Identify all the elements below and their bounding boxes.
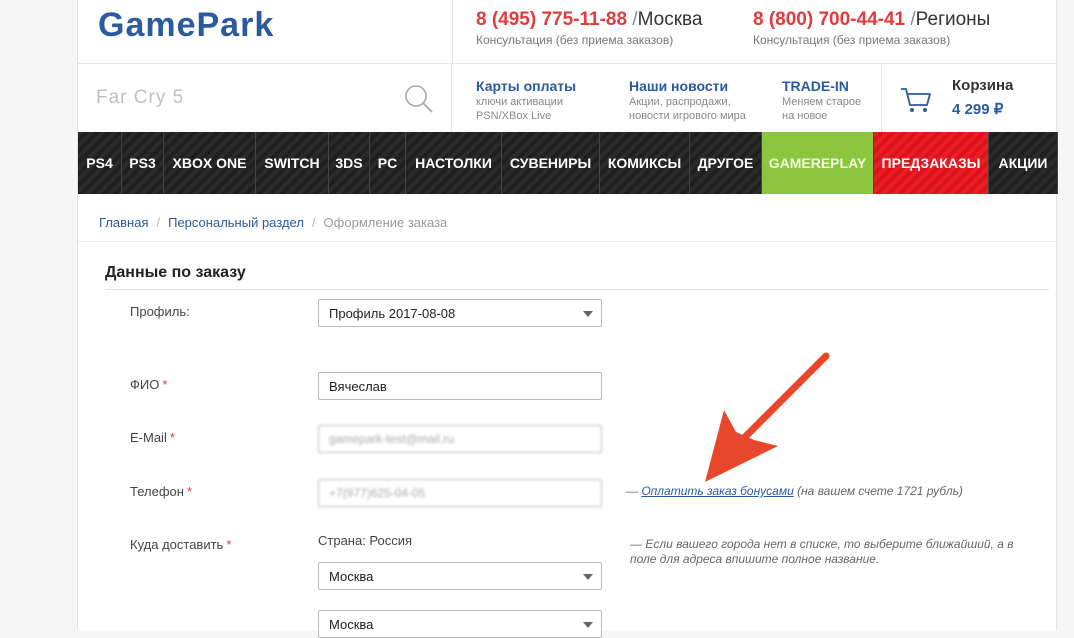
nav-item-other[interactable]: ДРУГОЕ bbox=[690, 132, 762, 194]
required-mark: * bbox=[169, 430, 175, 445]
breadcrumb-sep: / bbox=[311, 215, 316, 230]
info-link-sub: ключи активации bbox=[476, 96, 563, 108]
bonus-balance: (на вашем счете 1721 рубль) bbox=[793, 484, 963, 498]
nav-item-3ds[interactable]: 3DS bbox=[329, 132, 370, 194]
nav-item-gamereplay[interactable]: GAMEREPLAY bbox=[762, 132, 874, 194]
nav-item-xbox-one[interactable]: XBOX ONE bbox=[164, 132, 256, 194]
cart[interactable]: Корзина 4 299 ₽ bbox=[881, 64, 1058, 132]
name-label-text: ФИО bbox=[130, 377, 160, 392]
divider bbox=[105, 289, 1049, 290]
info-link-news[interactable]: Наши новости Акции, распродажи, новости … bbox=[629, 78, 746, 122]
phone-moscow: 8 (495) 775-11-88 /Москва Консультация (… bbox=[476, 9, 703, 47]
info-link-title[interactable]: TRADE-IN bbox=[782, 78, 861, 94]
nav-item-ps3[interactable]: PS3 bbox=[122, 132, 164, 194]
info-link-sub: Меняем старое bbox=[782, 96, 862, 108]
phone-note: Консультация (без приема заказов) bbox=[476, 33, 674, 47]
country-label: Страна: Россия bbox=[318, 533, 413, 548]
nav-item-board-games[interactable]: НАСТОЛКИ bbox=[406, 132, 502, 194]
profile-select-value: Профиль 2017-08-08 bbox=[329, 306, 456, 321]
page: GamePark 8 (495) 775-11-88 /Москва Консу… bbox=[77, 0, 1058, 638]
nav-item-switch[interactable]: SWITCH bbox=[256, 132, 329, 194]
required-mark: * bbox=[226, 537, 232, 552]
breadcrumb: Главная / Персональный раздел / Оформление з… bbox=[99, 215, 447, 230]
breadcrumb-sep: / bbox=[156, 215, 161, 230]
delivery-label-text: Куда доставить bbox=[130, 537, 224, 552]
phone-sep: / bbox=[627, 9, 638, 30]
divider bbox=[452, 0, 453, 64]
required-mark: * bbox=[162, 377, 168, 392]
email-label: E-Mail * bbox=[130, 430, 175, 445]
info-link-title[interactable]: Наши новости bbox=[629, 78, 746, 94]
name-label: ФИО * bbox=[130, 377, 167, 392]
city-select[interactable]: Москва bbox=[318, 610, 602, 638]
nav-item-pc[interactable]: PC bbox=[370, 132, 406, 194]
cart-title[interactable]: Корзина bbox=[952, 77, 1013, 94]
email-label-text: E-Mail bbox=[130, 430, 167, 445]
nav-item-comics[interactable]: КОМИКСЫ bbox=[600, 132, 690, 194]
nav-item-ps4[interactable]: PS4 bbox=[78, 132, 122, 194]
breadcrumb-home[interactable]: Главная bbox=[99, 215, 148, 230]
city-hint: — Если вашего города нет в списке, то вы… bbox=[630, 537, 1014, 566]
email-field[interactable] bbox=[318, 425, 602, 453]
breadcrumb-personal[interactable]: Персональный раздел bbox=[168, 215, 304, 230]
cart-icon[interactable] bbox=[900, 86, 932, 114]
breadcrumb-current: Оформление заказа bbox=[323, 215, 448, 230]
info-link-trade-in[interactable]: TRADE-IN Меняем старое на новое bbox=[782, 78, 861, 122]
nav-item-preorders[interactable]: ПРЕДЗАКАЗЫ bbox=[874, 132, 989, 194]
info-link-sub: Акции, распродажи, bbox=[629, 96, 731, 108]
chevron-down-icon bbox=[583, 574, 593, 580]
name-field[interactable] bbox=[318, 372, 602, 400]
section-title: Данные по заказу bbox=[105, 264, 246, 281]
info-link-sub: на новое bbox=[782, 110, 828, 122]
info-link-sub: PSN/XBox Live bbox=[476, 110, 552, 122]
delivery-label: Куда доставить * bbox=[130, 537, 231, 552]
bonus-payment: — Оплатить заказ бонусами (на вашем счет… bbox=[626, 484, 963, 498]
phone-label-text: Телефон bbox=[130, 484, 184, 499]
info-link-sub: новости игрового мира bbox=[629, 110, 746, 122]
logo[interactable]: GamePark bbox=[98, 6, 274, 45]
phone-field[interactable] bbox=[318, 479, 602, 507]
header-mid: Карты оплаты ключи активации PSN/XBox Li… bbox=[78, 64, 1058, 132]
region-select[interactable]: Москва bbox=[318, 562, 602, 590]
search-box bbox=[78, 64, 452, 132]
bonus-dash: — bbox=[626, 484, 642, 498]
region-select-value: Москва bbox=[329, 569, 374, 584]
profile-select[interactable]: Профиль 2017-08-08 bbox=[318, 299, 602, 327]
main-nav: PS4 PS3 XBOX ONE SWITCH 3DS PC НАСТОЛКИ … bbox=[78, 132, 1058, 194]
required-mark: * bbox=[186, 484, 192, 499]
nav-item-sales[interactable]: АКЦИИ bbox=[989, 132, 1058, 194]
chevron-down-icon bbox=[583, 311, 593, 317]
profile-label: Профиль: bbox=[130, 304, 190, 319]
divider bbox=[78, 241, 1058, 242]
search-icon[interactable] bbox=[404, 84, 434, 114]
phone-number[interactable]: 8 (495) 775-11-88 bbox=[476, 9, 627, 30]
search-input[interactable] bbox=[96, 84, 396, 112]
pay-with-bonuses-link[interactable]: Оплатить заказ бонусами bbox=[641, 484, 793, 498]
phone-regions: 8 (800) 700-44-41 /Регионы Консультация … bbox=[753, 9, 990, 47]
info-link-payment-cards[interactable]: Карты оплаты ключи активации PSN/XBox Li… bbox=[476, 78, 576, 122]
header-top: GamePark 8 (495) 775-11-88 /Москва Консу… bbox=[78, 0, 1058, 64]
phone-number[interactable]: 8 (800) 700-44-41 bbox=[753, 9, 905, 30]
cart-sum[interactable]: 4 299 ₽ bbox=[952, 100, 1003, 118]
info-link-title[interactable]: Карты оплаты bbox=[476, 78, 576, 94]
phone-label: Телефон * bbox=[130, 484, 192, 499]
chevron-down-icon bbox=[583, 622, 593, 628]
nav-item-souvenirs[interactable]: СУВЕНИРЫ bbox=[502, 132, 600, 194]
phone-sep: / bbox=[905, 9, 916, 30]
phone-city: Москва bbox=[637, 9, 703, 30]
phone-city: Регионы bbox=[915, 9, 991, 30]
phone-note: Консультация (без приема заказов) bbox=[753, 33, 951, 47]
